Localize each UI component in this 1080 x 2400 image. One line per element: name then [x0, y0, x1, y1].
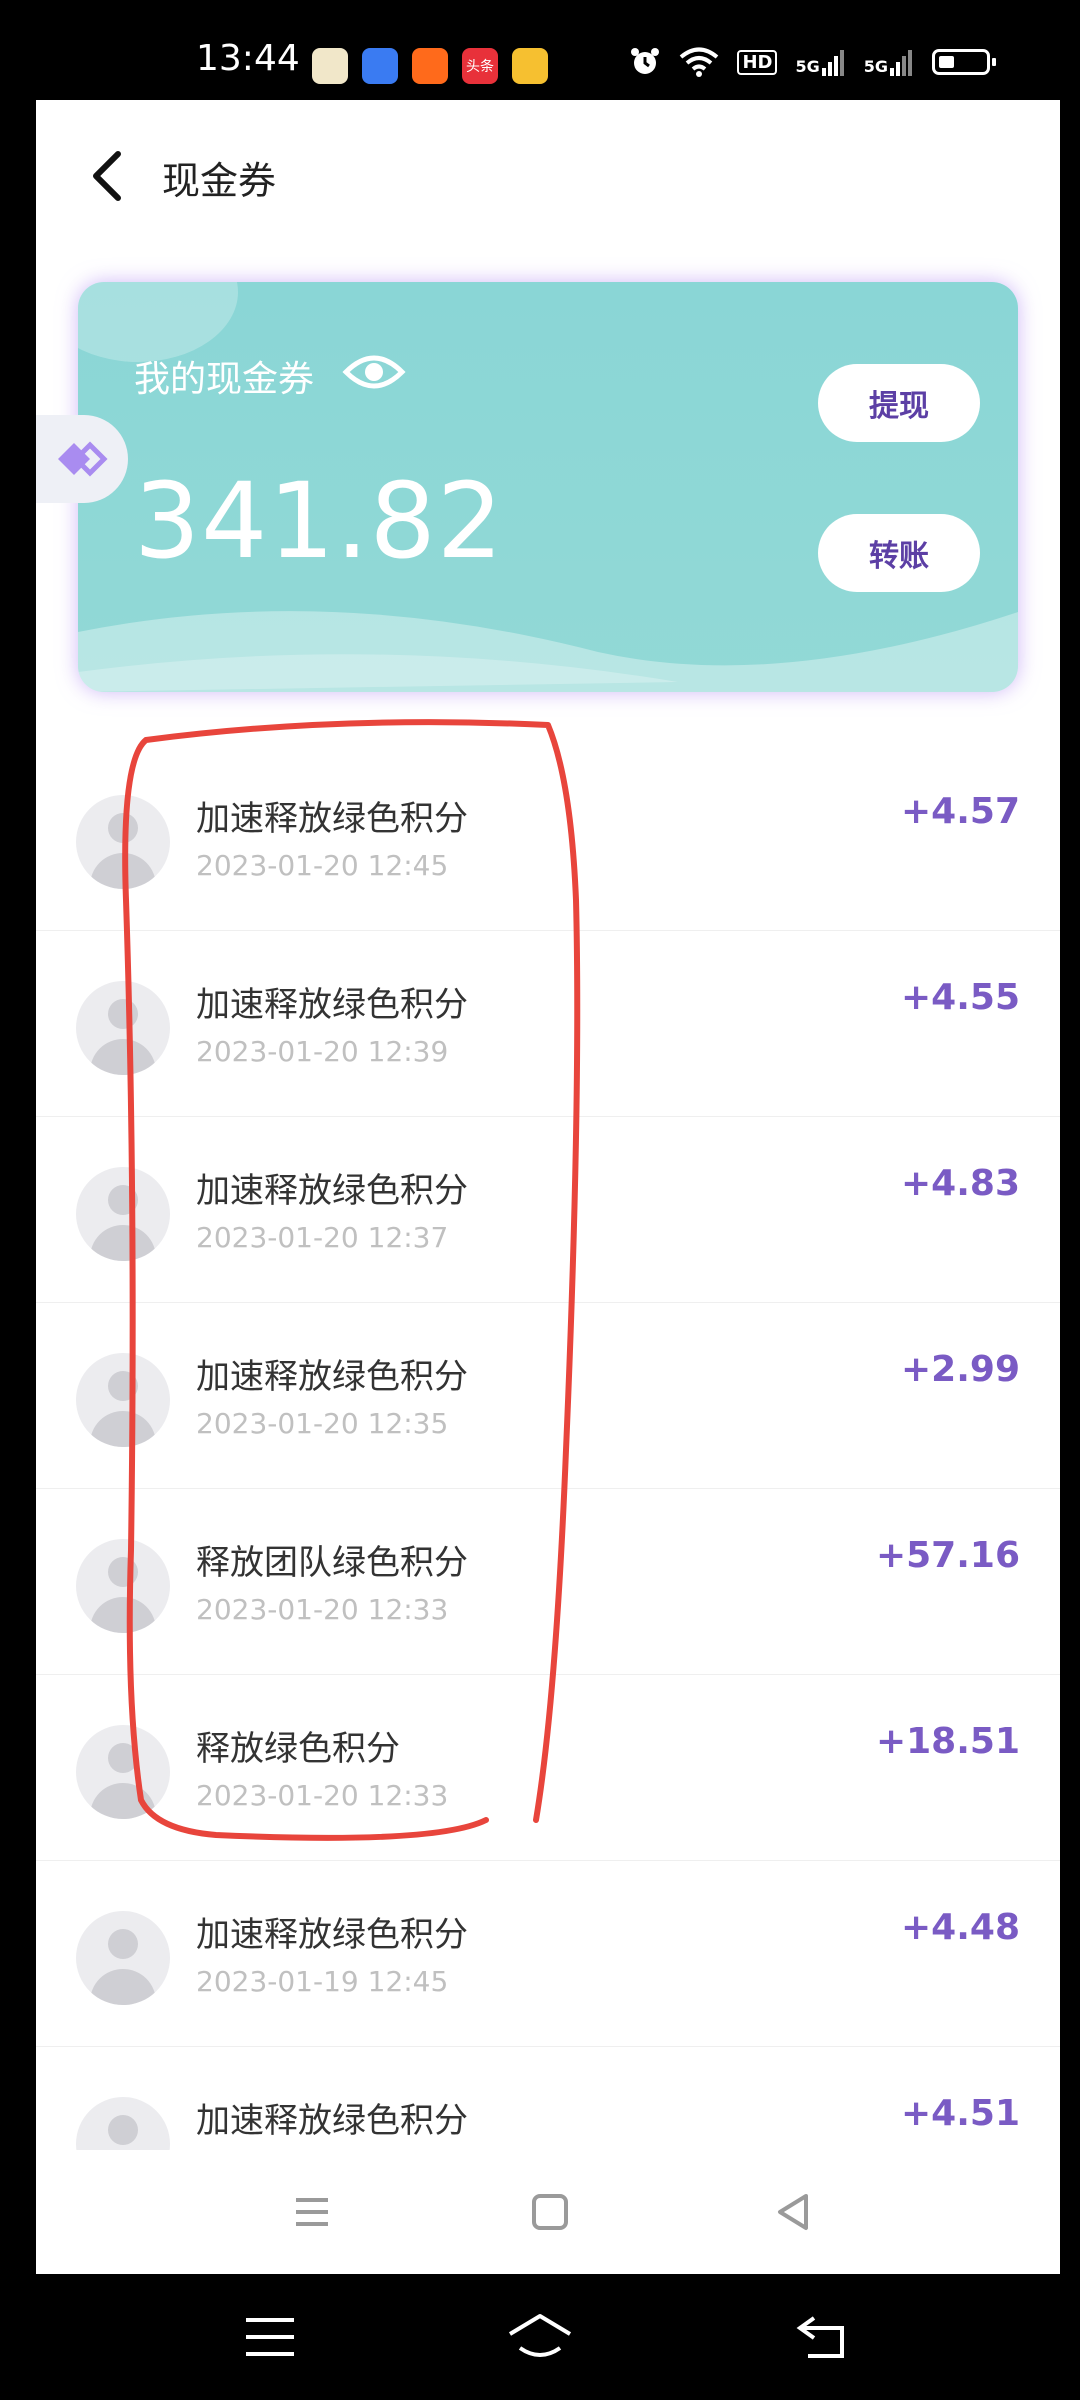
system-back-icon[interactable] — [794, 2310, 850, 2364]
status-time: 13:44 — [196, 38, 300, 79]
transaction-amount: +4.83 — [901, 1163, 1020, 1204]
avatar-head — [108, 1371, 138, 1401]
transaction-title: 加速释放绿色积分 — [196, 1357, 468, 1397]
avatar-head — [108, 999, 138, 1029]
transaction-row[interactable]: 加速释放绿色积分 2023-01-20 12:45 +4.57 — [36, 745, 1060, 931]
signal-5g-1: 5G — [795, 48, 845, 76]
transaction-list: 加速释放绿色积分 2023-01-20 12:45 +4.57 加速释放绿色积分 202… — [36, 745, 1060, 2233]
avatar — [76, 1911, 170, 2005]
avatar-body — [90, 1597, 156, 1633]
back-arrow-icon[interactable] — [82, 148, 132, 204]
avatar-body — [90, 1411, 156, 1447]
transaction-row[interactable]: 加速释放绿色积分 2023-01-20 12:39 +4.55 — [36, 931, 1060, 1117]
transaction-time: 2023-01-19 12:45 — [196, 1965, 449, 1998]
transaction-amount: +18.51 — [875, 1721, 1020, 1762]
avatar — [76, 1353, 170, 1447]
avatar-body — [90, 1969, 156, 2005]
avatar-head — [108, 1185, 138, 1215]
avatar-body — [90, 853, 156, 889]
transaction-title: 加速释放绿色积分 — [196, 1915, 468, 1955]
transaction-time: 2023-01-20 12:35 — [196, 1407, 449, 1440]
transfer-button[interactable]: 转账 — [818, 514, 980, 592]
transaction-title: 释放绿色积分 — [196, 1729, 400, 1769]
transaction-row[interactable]: 加速释放绿色积分 2023-01-20 12:35 +2.99 — [36, 1303, 1060, 1489]
cash-coupon-card: 我的现金券 341.82 提现 转账 — [78, 282, 1018, 692]
avatar-head — [108, 1929, 138, 1959]
menu-icon[interactable] — [290, 2190, 334, 2234]
app-screen: 现金券 我的现金券 341.82 提现 转账 加速释放绿色积分 2023-01-2… — [36, 100, 1060, 2274]
wifi-icon — [680, 47, 719, 77]
signal-bars-icon — [821, 50, 844, 76]
avatar-body — [90, 1783, 156, 1819]
page-title: 现金券 — [162, 159, 277, 203]
transaction-title: 加速释放绿色积分 — [196, 799, 468, 839]
avatar-body — [90, 1225, 156, 1261]
signal-5g-2: 5G — [864, 48, 914, 76]
system-home-icon[interactable] — [506, 2310, 574, 2364]
transaction-amount: +4.55 — [901, 977, 1020, 1018]
withdraw-button[interactable]: 提现 — [818, 364, 980, 442]
balance-amount: 341.82 — [134, 460, 504, 582]
back-triangle-icon[interactable] — [772, 2190, 816, 2234]
sunlogin-app-icon — [312, 48, 348, 84]
transaction-amount: +4.51 — [901, 2093, 1020, 2134]
avatar-head — [108, 1557, 138, 1587]
avatar — [76, 981, 170, 1075]
transaction-title: 加速释放绿色积分 — [196, 985, 468, 1025]
transaction-time: 2023-01-20 12:33 — [196, 1593, 449, 1626]
battery-level — [939, 56, 955, 68]
transaction-title: 加速释放绿色积分 — [196, 2101, 468, 2141]
alarm-icon — [631, 48, 660, 74]
mail-app-icon — [512, 48, 548, 84]
toutiao-app-icon: 头条 — [462, 48, 498, 84]
transaction-row[interactable]: 释放绿色积分 2023-01-20 12:33 +18.51 — [36, 1675, 1060, 1861]
system-menu-icon[interactable] — [242, 2310, 298, 2364]
avatar — [76, 795, 170, 889]
message-app-icon — [362, 48, 398, 84]
transaction-amount: +57.16 — [875, 1535, 1020, 1576]
transaction-time: 2023-01-20 12:37 — [196, 1221, 449, 1254]
in-app-nav — [36, 2150, 1060, 2274]
transaction-amount: +4.57 — [901, 791, 1020, 832]
status-app-icons: 头条 — [312, 48, 548, 84]
transaction-row[interactable]: 加速释放绿色积分 2023-01-19 12:45 +4.48 — [36, 1861, 1060, 2047]
home-square-icon[interactable] — [528, 2190, 572, 2234]
transaction-title: 加速释放绿色积分 — [196, 1171, 468, 1211]
status-bar: 13:44 头条 HD 5G 5G — [0, 0, 1080, 100]
card-wave-decoration — [78, 611, 1018, 692]
taobao-app-icon — [412, 48, 448, 84]
status-indicators: HD 5G 5G — [629, 46, 996, 78]
hd-indicator: HD — [737, 49, 778, 75]
avatar — [76, 1539, 170, 1633]
signal-bars-icon — [890, 50, 912, 76]
avatar — [76, 1167, 170, 1261]
transaction-amount: +4.48 — [901, 1907, 1020, 1948]
avatar-head — [108, 813, 138, 843]
battery-icon — [932, 49, 996, 75]
avatar — [76, 1725, 170, 1819]
eye-icon[interactable] — [342, 350, 406, 394]
transaction-row[interactable]: 加速释放绿色积分 2023-01-20 12:37 +4.83 — [36, 1117, 1060, 1303]
transaction-time: 2023-01-20 12:39 — [196, 1035, 449, 1068]
transaction-time: 2023-01-20 12:45 — [196, 849, 449, 882]
floating-widget[interactable] — [36, 415, 128, 503]
diamond-arrow-icon — [58, 441, 108, 477]
transaction-title: 释放团队绿色积分 — [196, 1543, 468, 1583]
card-label: 我的现金券 — [134, 359, 315, 400]
header: 现金券 — [36, 100, 1060, 250]
transaction-amount: +2.99 — [901, 1349, 1020, 1390]
avatar-head — [108, 1743, 138, 1773]
transaction-row[interactable]: 释放团队绿色积分 2023-01-20 12:33 +57.16 — [36, 1489, 1060, 1675]
avatar-body — [90, 1039, 156, 1075]
system-nav-bar — [0, 2274, 1080, 2400]
transaction-time: 2023-01-20 12:33 — [196, 1779, 449, 1812]
avatar-head — [108, 2115, 138, 2145]
